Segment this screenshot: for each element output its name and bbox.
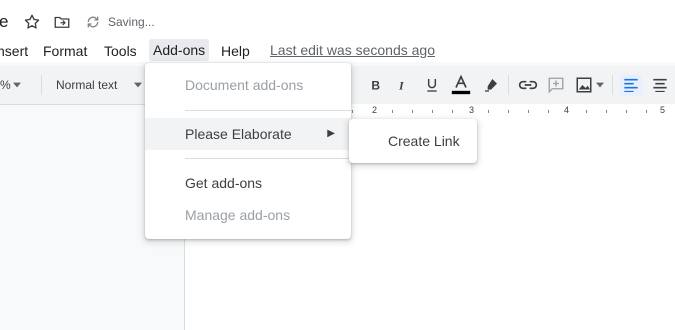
- document-addons-item: Document add-ons: [145, 69, 351, 101]
- document-addons-label: Document add-ons: [185, 77, 304, 93]
- please-elaborate-submenu: Create Link: [349, 119, 477, 163]
- highlight-icon[interactable]: [480, 74, 502, 96]
- ruler[interactable]: 2 3 4 5: [340, 104, 675, 119]
- ruler-mark: 2: [372, 105, 378, 115]
- align-center-icon[interactable]: [649, 74, 671, 96]
- zoom-dropdown-icon[interactable]: [11, 74, 23, 96]
- please-elaborate-label: Please Elaborate: [185, 126, 292, 142]
- zoom-select[interactable]: %: [0, 78, 11, 92]
- get-addons-label: Get add-ons: [185, 175, 263, 191]
- menu-help[interactable]: Help: [220, 41, 251, 61]
- underline-icon[interactable]: [421, 74, 443, 96]
- image-icon[interactable]: [573, 74, 595, 96]
- saving-status: Saving...: [108, 15, 155, 29]
- ruler-mark: 5: [660, 105, 666, 115]
- style-dropdown-icon[interactable]: [131, 74, 145, 96]
- svg-text:B: B: [371, 79, 380, 93]
- menu-tools[interactable]: Tools: [103, 41, 138, 61]
- last-edit-link[interactable]: Last edit was seconds ago: [270, 42, 435, 58]
- bold-icon[interactable]: B: [365, 74, 387, 96]
- link-icon[interactable]: [517, 74, 539, 96]
- align-left-icon[interactable]: [620, 74, 642, 96]
- please-elaborate-item[interactable]: Please Elaborate ▶: [145, 118, 351, 150]
- create-link-item[interactable]: Create Link: [349, 125, 477, 157]
- toolbar-divider: [612, 75, 613, 95]
- menu-separator: [185, 110, 351, 111]
- svg-text:I: I: [398, 79, 405, 93]
- addons-menu: Document add-ons Please Elaborate ▶ Get …: [145, 63, 351, 239]
- italic-icon[interactable]: I: [392, 74, 414, 96]
- star-icon[interactable]: [22, 12, 42, 32]
- manage-addons-label: Manage add-ons: [185, 207, 291, 223]
- sync-icon: [83, 12, 103, 32]
- menu-separator: [185, 158, 351, 159]
- manage-addons-item: Manage add-ons: [145, 199, 351, 231]
- menu-insert[interactable]: nsert: [0, 41, 29, 61]
- text-color-icon[interactable]: [450, 74, 472, 96]
- image-dropdown-icon[interactable]: [594, 74, 606, 96]
- ruler-mark: 4: [564, 105, 570, 115]
- submenu-arrow-icon: ▶: [327, 128, 335, 139]
- menu-addons[interactable]: Add-ons: [149, 39, 210, 61]
- menu-bar: nsert Format Tools Add-ons Help Last edi…: [0, 38, 675, 62]
- menu-format[interactable]: Format: [42, 41, 88, 61]
- move-folder-icon[interactable]: [52, 12, 72, 32]
- get-addons-item[interactable]: Get add-ons: [145, 167, 351, 199]
- create-link-label: Create Link: [388, 133, 460, 149]
- document-title[interactable]: e: [0, 12, 8, 32]
- toolbar-divider: [508, 75, 509, 95]
- ruler-mark: 3: [469, 105, 475, 115]
- style-select[interactable]: Normal text: [56, 78, 117, 92]
- toolbar-divider: [41, 75, 42, 95]
- comment-icon[interactable]: [545, 74, 567, 96]
- title-bar: e Saving...: [0, 0, 675, 40]
